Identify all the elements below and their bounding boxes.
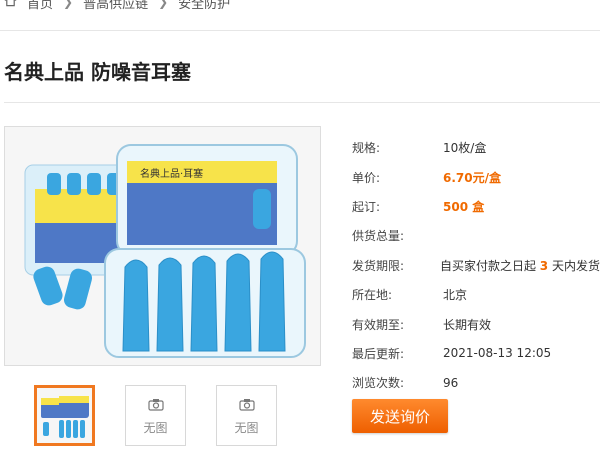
detail-value: 2021-08-13 12:05 xyxy=(443,346,552,361)
thumbnail-1[interactable] xyxy=(34,385,95,446)
breadcrumb-home-link[interactable]: 首页 xyxy=(27,0,53,12)
detail-row-spec: 规格: 10枚/盒 xyxy=(352,133,600,162)
chevron-right-icon: ❯ xyxy=(158,0,169,9)
detail-label: 有效期至: xyxy=(352,317,405,332)
product-details: 规格: 10枚/盒 单价: 6.70元/盒 起订: 500 盒 供货总量: 发货… xyxy=(352,133,600,398)
divider xyxy=(4,102,600,103)
detail-value: 长期有效 xyxy=(443,317,492,332)
detail-value: 北京 xyxy=(443,288,468,303)
delivery-value: 自买家付款之日起 3 天内发货 xyxy=(440,257,600,274)
earplug-thumbnail-image xyxy=(37,388,92,443)
product-main-image[interactable]: 名典上品·耳塞 xyxy=(4,126,321,366)
delivery-prefix: 自买家付款之日起 xyxy=(439,258,536,273)
detail-label: 单价: xyxy=(352,170,381,185)
thumbnail-strip: 无图 无图 xyxy=(34,385,277,446)
moq-value: 500 盒 xyxy=(443,199,485,214)
home-icon[interactable] xyxy=(4,0,17,11)
detail-label: 供货总量: xyxy=(352,229,405,244)
breadcrumb: 首页 ❯ 普高供应链 ❯ 安全防护 xyxy=(4,0,230,12)
delivery-days: 3 xyxy=(539,258,549,273)
detail-row-updated: 最后更新: 2021-08-13 12:05 xyxy=(352,339,600,368)
detail-label: 发货期限: xyxy=(352,258,405,273)
breadcrumb-category-link[interactable]: 普高供应链 xyxy=(83,0,148,12)
earplug-box-image: 名典上品·耳塞 xyxy=(5,127,320,365)
detail-row-views: 浏览次数: 96 xyxy=(352,368,600,397)
camera-icon xyxy=(147,396,164,415)
detail-label: 规格: xyxy=(352,141,381,156)
breadcrumb-subcategory-link[interactable]: 安全防护 xyxy=(178,0,230,12)
detail-label: 所在地: xyxy=(352,288,393,303)
page-title: 名典上品 防噪音耳塞 xyxy=(4,60,191,84)
detail-row-price: 单价: 6.70元/盒 xyxy=(352,162,600,191)
detail-row-moq: 起订: 500 盒 xyxy=(352,192,600,221)
detail-row-valid: 有效期至: 长期有效 xyxy=(352,309,600,338)
detail-row-supply: 供货总量: xyxy=(352,221,600,250)
price-value: 6.70元/盒 xyxy=(443,170,501,185)
delivery-suffix: 天内发货 xyxy=(551,258,600,273)
divider xyxy=(0,30,600,31)
detail-row-delivery: 发货期限: 自买家付款之日起 3 天内发货 xyxy=(352,251,600,280)
chevron-right-icon: ❯ xyxy=(63,0,74,9)
detail-value: 10枚/盒 xyxy=(443,141,487,156)
detail-label: 最后更新: xyxy=(352,346,405,361)
thumbnail-3[interactable]: 无图 xyxy=(216,385,277,446)
detail-label: 起订: xyxy=(352,199,381,214)
svg-text:名典上品·耳塞: 名典上品·耳塞 xyxy=(140,167,203,180)
camera-icon xyxy=(238,396,255,415)
detail-label: 浏览次数: xyxy=(352,376,405,391)
no-image-label: 无图 xyxy=(234,420,259,435)
detail-row-location: 所在地: 北京 xyxy=(352,280,600,309)
send-inquiry-button[interactable]: 发送询价 xyxy=(352,399,448,433)
thumbnail-2[interactable]: 无图 xyxy=(125,385,186,446)
no-image-label: 无图 xyxy=(143,420,168,435)
detail-value: 96 xyxy=(443,375,459,390)
